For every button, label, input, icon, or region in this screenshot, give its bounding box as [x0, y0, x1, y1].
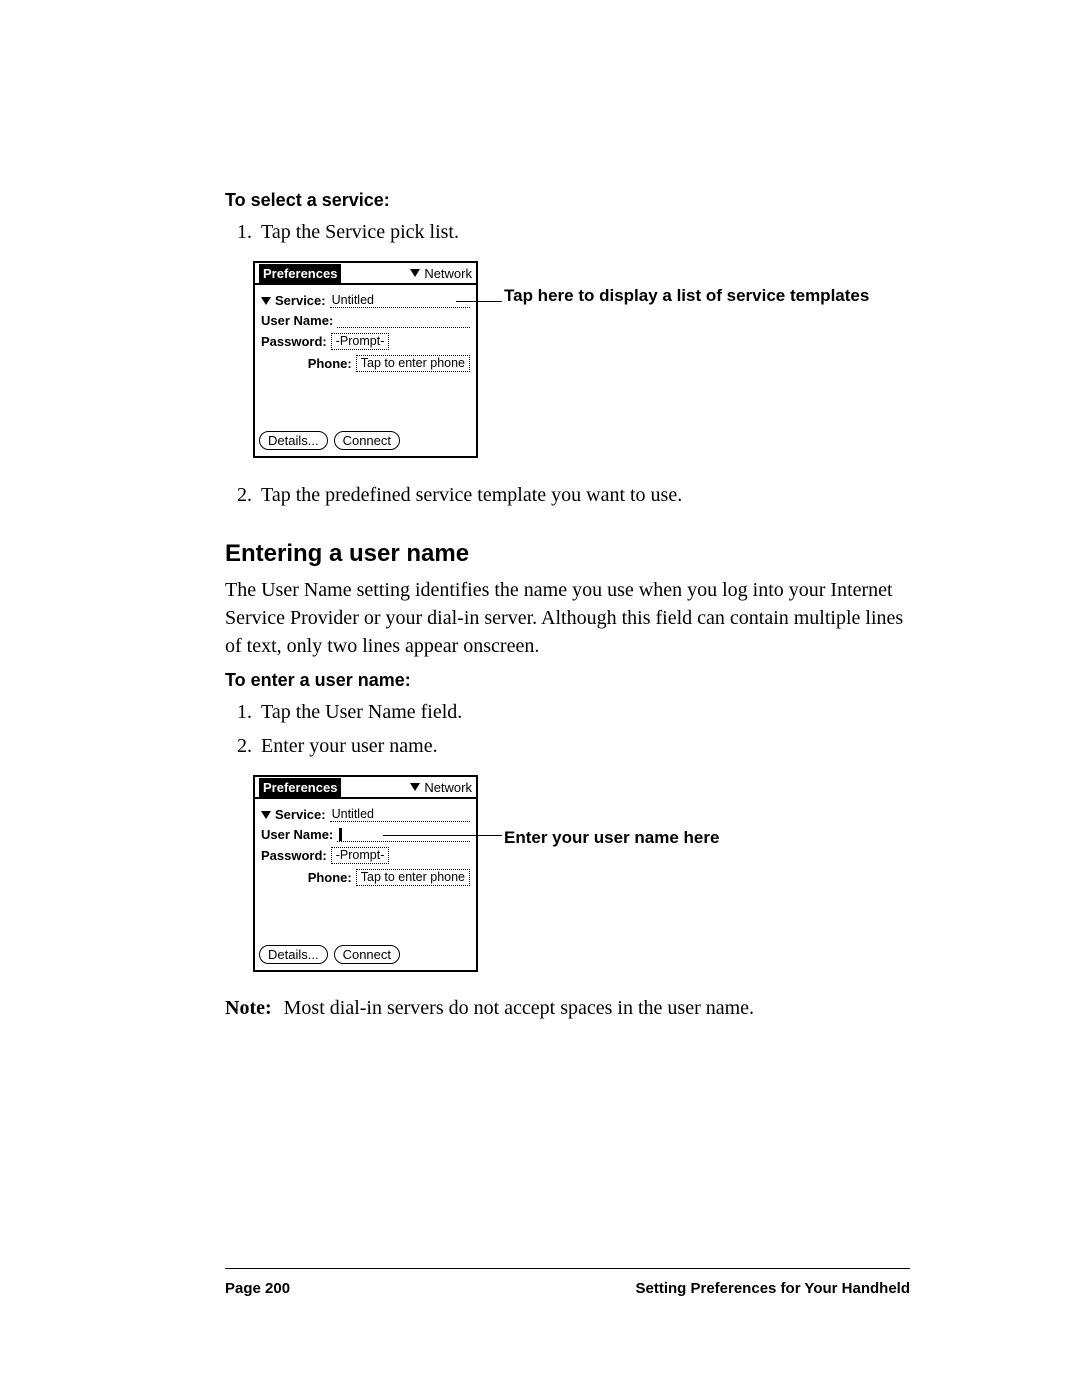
callout-leader-line — [383, 835, 502, 836]
password-field[interactable]: -Prompt- — [331, 847, 390, 864]
chevron-down-icon — [410, 269, 420, 277]
chevron-down-icon — [410, 783, 420, 791]
phone-label: Phone: — [308, 356, 352, 371]
screenshot-preferences-2: Preferences Network Service: Untitled Us… — [253, 775, 478, 972]
step-1-2: Tap the predefined service template you … — [257, 480, 910, 510]
connect-button[interactable]: Connect — [334, 431, 400, 450]
callout-fig1: Tap here to display a list of service te… — [504, 285, 869, 308]
palm-category-label: Network — [424, 780, 472, 795]
callout-fig2: Enter your user name here — [504, 827, 719, 850]
service-picklist[interactable]: Service: Untitled — [261, 293, 470, 308]
service-value: Untitled — [330, 807, 470, 822]
screenshot-preferences-1: Preferences Network Service: Untitled Us… — [253, 261, 478, 458]
note-label: Note: — [225, 997, 272, 1019]
details-button[interactable]: Details... — [259, 431, 328, 450]
palm-category-label: Network — [424, 266, 472, 281]
username-label: User Name: — [261, 827, 333, 842]
connect-button[interactable]: Connect — [334, 945, 400, 964]
chevron-down-icon — [261, 297, 271, 305]
palm-category-picklist[interactable]: Network — [410, 266, 472, 281]
palm-title: Preferences — [259, 264, 341, 283]
service-label: Service: — [275, 293, 326, 308]
details-button[interactable]: Details... — [259, 945, 328, 964]
phone-field[interactable]: Tap to enter phone — [356, 869, 470, 886]
password-label: Password: — [261, 334, 327, 349]
password-label: Password: — [261, 848, 327, 863]
chevron-down-icon — [261, 811, 271, 819]
note: Note: Most dial-in servers do not accept … — [225, 994, 910, 1022]
username-paragraph: The User Name setting identifies the nam… — [225, 576, 910, 660]
chapter-title: Setting Preferences for Your Handheld — [635, 1280, 910, 1297]
page-number: Page 200 — [225, 1280, 290, 1297]
palm-title: Preferences — [259, 778, 341, 797]
callout-leader-line — [456, 301, 502, 302]
service-picklist[interactable]: Service: Untitled — [261, 807, 470, 822]
to-select-service-heading: To select a service: — [225, 190, 910, 211]
phone-label: Phone: — [308, 870, 352, 885]
service-label: Service: — [275, 807, 326, 822]
text-cursor — [339, 828, 342, 841]
to-enter-username-heading: To enter a user name: — [225, 670, 910, 691]
username-label: User Name: — [261, 313, 333, 328]
entering-username-heading: Entering a user name — [225, 540, 910, 568]
password-field[interactable]: -Prompt- — [331, 333, 390, 350]
note-text: Most dial-in servers do not accept space… — [284, 997, 754, 1019]
footer-rule — [225, 1268, 910, 1269]
step-2-1: Tap the User Name field. — [257, 697, 910, 727]
step-1-1: Tap the Service pick list. — [257, 217, 910, 247]
phone-field[interactable]: Tap to enter phone — [356, 355, 470, 372]
step-2-2: Enter your user name. — [257, 731, 910, 761]
palm-category-picklist[interactable]: Network — [410, 780, 472, 795]
username-field[interactable] — [337, 313, 470, 328]
service-value: Untitled — [330, 293, 470, 308]
